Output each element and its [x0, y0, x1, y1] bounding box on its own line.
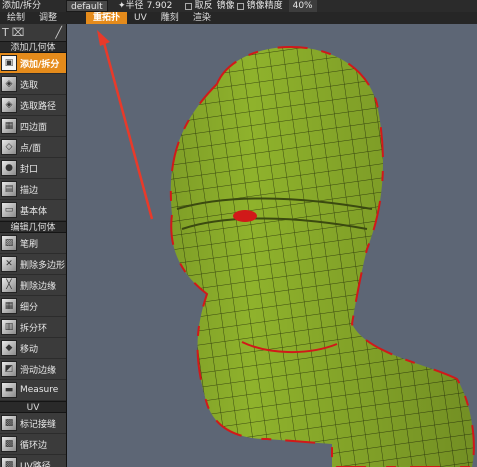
tool-select[interactable]: ◈ 选取: [0, 74, 66, 95]
slide-edge-icon: ◩: [1, 361, 17, 377]
top-toolbar: 添加/拆分 default ✦半径 7.902 取反 镜像 镜像精度 40%: [0, 0, 477, 12]
annotation-arrow: [101, 38, 154, 220]
pen-tool-icon[interactable]: ╱: [55, 26, 62, 39]
radius-value-field[interactable]: 7.902: [147, 0, 183, 12]
tool-uv-path[interactable]: ▩ UV路径: [0, 455, 66, 467]
clear-tool-icon[interactable]: ⌧: [12, 26, 25, 39]
section-add-geometry: 添加几何体: [0, 41, 66, 53]
primitive-icon: ▭: [1, 202, 17, 218]
cap-icon: ●: [1, 160, 17, 176]
mirror-label-2: 镜像: [216, 1, 235, 11]
tool-delete-edge[interactable]: ╳ 删除边缘: [0, 275, 66, 296]
section-uv: UV: [0, 401, 66, 413]
menu-item-paint[interactable]: 绘制: [0, 12, 32, 24]
split-loop-icon: ▥: [1, 319, 17, 335]
menu-item-adjust[interactable]: 调整: [32, 12, 64, 24]
panel-top-tools: T ⌧ ╱: [0, 24, 66, 41]
edge-loop-icon: ▩: [1, 436, 17, 452]
eye-highlight: [233, 210, 257, 222]
mirror-label: 取反: [194, 1, 213, 11]
uv-path-icon: ▩: [1, 457, 17, 467]
tool-point-face[interactable]: ◇ 点/面: [0, 137, 66, 158]
point-face-icon: ◇: [1, 139, 17, 155]
section-edit-geometry: 编辑几何体: [0, 221, 66, 233]
add-split-icon: ▣: [1, 55, 17, 71]
tool-stroke[interactable]: ▤ 描边: [0, 179, 66, 200]
tool-split-loop[interactable]: ▥ 拆分环: [0, 317, 66, 338]
delete-edge-icon: ╳: [1, 277, 17, 293]
text-tool-icon[interactable]: T: [2, 26, 9, 39]
tool-select-path[interactable]: ◈ 选取路径: [0, 95, 66, 116]
preset-dropdown[interactable]: default: [66, 0, 108, 12]
3d-viewport[interactable]: [67, 24, 477, 467]
stroke-icon: ▤: [1, 181, 17, 197]
move-icon: ◆: [1, 340, 17, 356]
delete-polygon-icon: ✕: [1, 256, 17, 272]
tool-panel: T ⌧ ╱ 添加几何体 ▣ 添加/拆分 ◈ 选取 ◈ 选取路径 ▦ 四边面 ◇ 点/面 ●…: [0, 24, 67, 467]
brush-icon: ▨: [1, 235, 17, 251]
tool-brush[interactable]: ▨ 笔刷: [0, 233, 66, 254]
tool-measure[interactable]: ▬ Measure: [0, 380, 66, 401]
mark-seam-icon: ▩: [1, 415, 17, 431]
tool-delete-polygon[interactable]: ✕ 删除多边形: [0, 254, 66, 275]
menu-item-render[interactable]: 渲染: [186, 12, 218, 24]
tool-primitive[interactable]: ▭ 基本体: [0, 200, 66, 221]
menu-item-uv[interactable]: UV: [127, 12, 154, 24]
mirror-checkbox[interactable]: [184, 2, 192, 10]
tool-cap[interactable]: ● 封口: [0, 158, 66, 179]
tool-quad[interactable]: ▦ 四边面: [0, 116, 66, 137]
tool-slide-edge[interactable]: ◩ 滑动边缘: [0, 359, 66, 380]
radius-label: ✦半径: [118, 1, 144, 11]
mirror-precision-checkbox[interactable]: [236, 2, 244, 10]
tool-move[interactable]: ◆ 移动: [0, 338, 66, 359]
select-icon: ◈: [1, 76, 17, 92]
measure-icon: ▬: [1, 382, 17, 398]
menu-bar: 绘制 调整 重拓扑 UV 雕刻 渲染: [0, 12, 477, 24]
tool-subdivide[interactable]: ▦ 细分: [0, 296, 66, 317]
menu-item-retopo[interactable]: 重拓扑: [86, 12, 128, 24]
radius-label-text: 半径: [125, 1, 144, 11]
mirror-precision-label: 镜像精度: [246, 1, 283, 11]
tool-add-split[interactable]: ▣ 添加/拆分: [0, 53, 66, 74]
select-path-icon: ◈: [1, 97, 17, 113]
subdivide-icon: ▦: [1, 298, 17, 314]
mirror-precision-value[interactable]: 40%: [288, 0, 317, 12]
tool-mark-seam[interactable]: ▩ 标记接缝: [0, 413, 66, 434]
tool-edge-loop[interactable]: ▩ 循环边: [0, 434, 66, 455]
head-mesh: [97, 30, 475, 467]
current-tool-label: 添加/拆分: [2, 1, 42, 11]
menu-item-sculpt[interactable]: 雕刻: [154, 12, 186, 24]
quad-icon: ▦: [1, 118, 17, 134]
